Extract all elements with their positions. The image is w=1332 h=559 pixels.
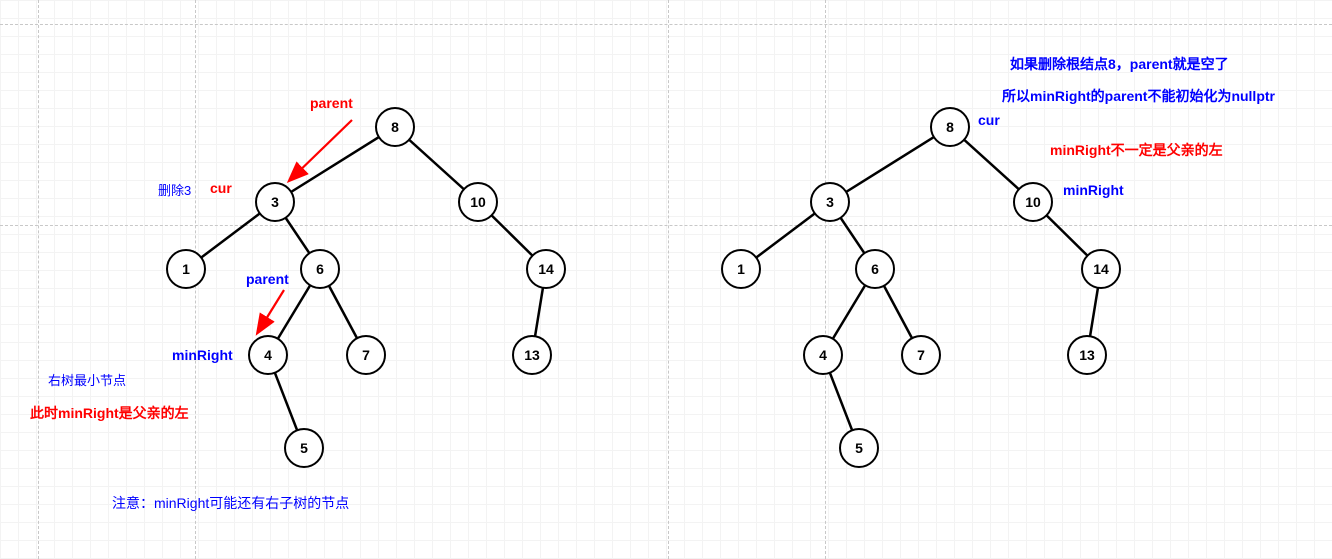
label-minright-r: minRight (1063, 182, 1124, 198)
node-8: 8 (375, 107, 415, 147)
node-1: 1 (166, 249, 206, 289)
label-parent-mid: parent (246, 271, 289, 287)
label-cur-r: cur (978, 112, 1000, 128)
node-6-r: 6 (855, 249, 895, 289)
label-is-left: 此时minRight是父亲的左 (30, 403, 189, 423)
node-13: 13 (512, 335, 552, 375)
node-10: 10 (458, 182, 498, 222)
node-3-r: 3 (810, 182, 850, 222)
node-10-r: 10 (1013, 182, 1053, 222)
node-5-r: 5 (839, 428, 879, 468)
node-14: 14 (526, 249, 566, 289)
label-minright-left: minRight (172, 347, 233, 363)
label-line3: minRight不一定是父亲的左 (1050, 140, 1223, 160)
node-5: 5 (284, 428, 324, 468)
node-4: 4 (248, 335, 288, 375)
label-note: 注意：minRight可能还有右子树的节点 (112, 493, 349, 513)
node-1-r: 1 (721, 249, 761, 289)
node-14-r: 14 (1081, 249, 1121, 289)
label-parent-top: parent (310, 95, 353, 111)
node-8-r: 8 (930, 107, 970, 147)
node-3: 3 (255, 182, 295, 222)
label-right-tree-min: 右树最小节点 (48, 370, 126, 389)
label-delete3: 删除3 (158, 180, 191, 199)
label-line2: 所以minRight的parent不能初始化为nullptr (1002, 86, 1275, 106)
label-line1: 如果删除根结点8，parent就是空了 (1010, 54, 1229, 74)
node-7: 7 (346, 335, 386, 375)
node-6: 6 (300, 249, 340, 289)
node-7-r: 7 (901, 335, 941, 375)
node-4-r: 4 (803, 335, 843, 375)
node-13-r: 13 (1067, 335, 1107, 375)
label-cur: cur (210, 180, 232, 196)
